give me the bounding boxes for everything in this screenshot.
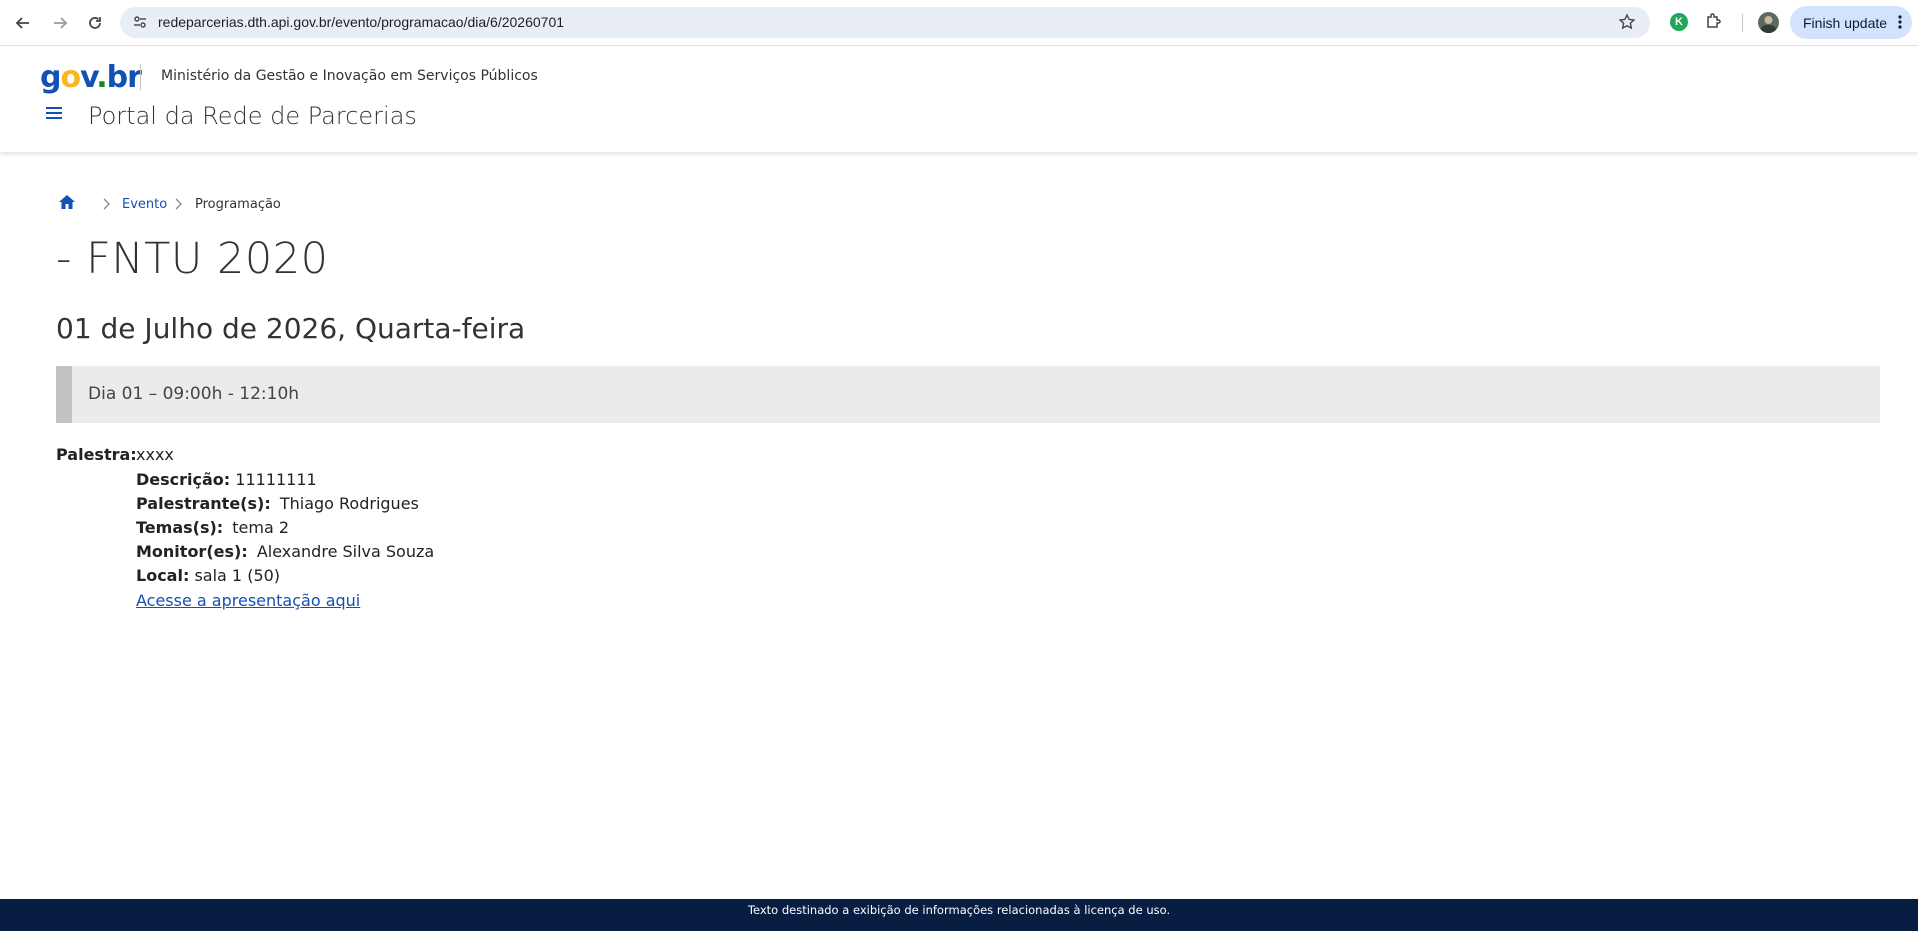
local-label: Local: bbox=[136, 566, 190, 585]
extension-k-icon[interactable]: K bbox=[1670, 13, 1688, 31]
logo-dot: . bbox=[96, 60, 107, 95]
footer-text: Texto destinado a exibição de informaçõe… bbox=[747, 903, 1171, 917]
presentation-link[interactable]: Acesse a apresentação aqui bbox=[136, 591, 360, 610]
site-info-icon[interactable] bbox=[132, 14, 148, 35]
presentation-link-row: Acesse a apresentação aqui bbox=[136, 591, 360, 610]
palestra-label: Palestra: bbox=[56, 445, 137, 464]
arrow-left-icon bbox=[15, 17, 29, 29]
profile-avatar[interactable] bbox=[1758, 12, 1779, 33]
logo-letter-o: o bbox=[60, 60, 81, 95]
descricao-label: Descrição: bbox=[136, 470, 231, 489]
talk-local-row: Local: sala 1 (50) bbox=[136, 566, 280, 585]
finish-update-label: Finish update bbox=[1803, 14, 1888, 31]
chevron-right-icon bbox=[174, 198, 182, 213]
hamburger-menu-icon[interactable] bbox=[46, 106, 62, 125]
talk-temas-row: Temas(s): tema 2 bbox=[136, 518, 289, 537]
local-value: sala 1 (50) bbox=[194, 566, 281, 585]
talk-monitores-row: Monitor(es): Alexandre Silva Souza bbox=[136, 542, 434, 561]
monitores-value: Alexandre Silva Souza bbox=[256, 542, 435, 561]
talk-descricao-row: Descrição: 11111111 bbox=[136, 470, 317, 489]
breadcrumb-evento-link[interactable]: Evento bbox=[122, 197, 167, 212]
chevron-right-icon bbox=[102, 198, 110, 213]
arrow-right-icon bbox=[54, 17, 68, 29]
license-footer: Texto destinado a exibição de informaçõe… bbox=[0, 899, 1918, 931]
reload-button[interactable] bbox=[83, 11, 107, 35]
back-button[interactable] bbox=[11, 11, 35, 35]
palestra-value: xxxx bbox=[136, 445, 174, 464]
logo-letter-g: g bbox=[40, 60, 62, 95]
header-divider bbox=[140, 64, 141, 90]
reload-icon bbox=[89, 17, 101, 29]
bookmark-star-icon[interactable] bbox=[1618, 13, 1636, 36]
breadcrumb-current: Programação bbox=[195, 197, 281, 212]
browser-toolbar: redeparcerias.dth.api.gov.br/evento/prog… bbox=[0, 0, 1918, 46]
temas-value: tema 2 bbox=[232, 518, 290, 537]
descricao-value: 11111111 bbox=[235, 470, 317, 489]
portal-title: Portal da Rede de Parcerias bbox=[88, 102, 417, 130]
talk-palestra-row: Palestra: bbox=[56, 445, 137, 464]
finish-update-button[interactable]: Finish update bbox=[1790, 6, 1912, 39]
forward-button[interactable] bbox=[48, 11, 72, 35]
palestrantes-value: Thiago Rodrigues bbox=[279, 494, 419, 513]
logo-letter-v: v bbox=[80, 60, 97, 95]
event-date: 01 de Julho de 2026, Quarta-feira bbox=[56, 312, 526, 345]
logo-letters-br: br bbox=[106, 60, 142, 95]
more-vert-icon bbox=[1898, 14, 1902, 33]
address-url: redeparcerias.dth.api.gov.br/evento/prog… bbox=[158, 14, 565, 30]
toolbar-divider bbox=[1742, 14, 1743, 32]
home-icon[interactable] bbox=[58, 194, 76, 215]
temas-label: Temas(s): bbox=[136, 518, 224, 537]
monitores-label: Monitor(es): bbox=[136, 542, 248, 561]
event-title: - FNTU 2020 bbox=[56, 234, 329, 284]
palestrantes-label: Palestrante(s): bbox=[136, 494, 271, 513]
extensions-puzzle-icon[interactable] bbox=[1704, 11, 1724, 36]
session-time: Dia 01 – 09:00h - 12:10h bbox=[88, 384, 300, 404]
ministry-name: Ministério da Gestão e Inovação em Servi… bbox=[161, 68, 538, 84]
session-header: Dia 01 – 09:00h - 12:10h bbox=[56, 366, 1880, 423]
address-bar[interactable]: redeparcerias.dth.api.gov.br/evento/prog… bbox=[120, 7, 1650, 38]
talk-palestrantes-row: Palestrante(s): Thiago Rodrigues bbox=[136, 494, 419, 513]
govbr-logo[interactable]: gov.br bbox=[40, 60, 142, 95]
site-header: gov.br Ministério da Gestão e Inovação e… bbox=[0, 46, 1918, 152]
